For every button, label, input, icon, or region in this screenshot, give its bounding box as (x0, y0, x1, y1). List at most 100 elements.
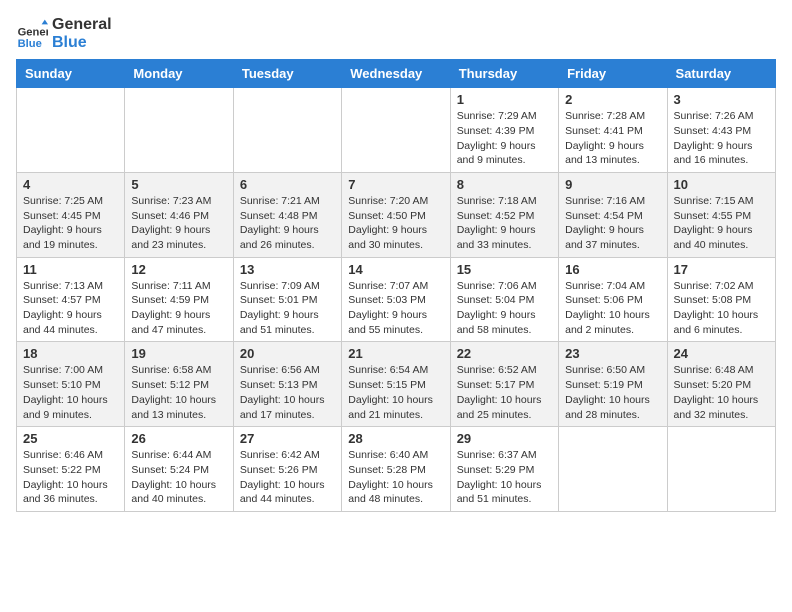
calendar-cell: 17Sunrise: 7:02 AM Sunset: 5:08 PM Dayli… (667, 257, 775, 342)
day-number: 25 (23, 431, 118, 446)
day-number: 21 (348, 346, 443, 361)
day-number: 15 (457, 262, 552, 277)
calendar-cell: 3 Sunrise: 7:26 AM Sunset: 4:43 PM Daylig… (667, 88, 775, 173)
day-number: 26 (131, 431, 226, 446)
calendar-cell: 14Sunrise: 7:07 AM Sunset: 5:03 PM Dayli… (342, 257, 450, 342)
calendar-cell: 28Sunrise: 6:40 AM Sunset: 5:28 PM Dayli… (342, 427, 450, 512)
day-number: 6 (240, 177, 335, 192)
calendar-cell: 27 Sunrise: 6:42 AM Sunset: 5:26 PM Dayli… (233, 427, 341, 512)
calendar-cell: 10 Sunrise: 7:15 AM Sunset: 4:55 PM Dayli… (667, 172, 775, 257)
calendar-cell: 4 Sunrise: 7:25 AM Sunset: 4:45 PM Daylig… (17, 172, 125, 257)
day-number: 12 (131, 262, 226, 277)
day-number: 13 (240, 262, 335, 277)
calendar-cell: 18 Sunrise: 7:00 AM Sunset: 5:10 PM Dayli… (17, 342, 125, 427)
day-info: Sunrise: 7:25 AM Sunset: 4:45 PM Dayligh… (23, 194, 118, 253)
calendar-cell (342, 88, 450, 173)
logo-icon: General Blue (16, 18, 48, 50)
calendar-cell (559, 427, 667, 512)
day-info: Sunrise: 7:04 AM Sunset: 5:06 PM Dayligh… (565, 279, 660, 338)
calendar-cell: 5Sunrise: 7:23 AM Sunset: 4:46 PM Daylig… (125, 172, 233, 257)
day-info: Sunrise: 6:48 AM Sunset: 5:20 PM Dayligh… (674, 363, 769, 422)
day-number: 18 (23, 346, 118, 361)
calendar-cell: 13 Sunrise: 7:09 AM Sunset: 5:01 PM Dayli… (233, 257, 341, 342)
calendar-cell: 12 Sunrise: 7:11 AM Sunset: 4:59 PM Dayli… (125, 257, 233, 342)
svg-text:General: General (18, 26, 48, 38)
day-info: Sunrise: 7:15 AM Sunset: 4:55 PM Dayligh… (674, 194, 769, 253)
day-info: Sunrise: 6:44 AM Sunset: 5:24 PM Dayligh… (131, 448, 226, 507)
calendar-cell: 2 Sunrise: 7:28 AM Sunset: 4:41 PM Daylig… (559, 88, 667, 173)
calendar-cell: 24 Sunrise: 6:48 AM Sunset: 5:20 PM Dayli… (667, 342, 775, 427)
logo-text: GeneralBlue (52, 16, 112, 51)
svg-text:Blue: Blue (18, 37, 42, 49)
calendar-cell: 7 Sunrise: 7:20 AM Sunset: 4:50 PM Daylig… (342, 172, 450, 257)
calendar-cell: 26 Sunrise: 6:44 AM Sunset: 5:24 PM Dayli… (125, 427, 233, 512)
calendar-table: SundayMondayTuesdayWednesdayThursdayFrid… (16, 59, 776, 512)
day-info: Sunrise: 7:29 AM Sunset: 4:39 PM Dayligh… (457, 109, 552, 168)
calendar-cell: 16 Sunrise: 7:04 AM Sunset: 5:06 PM Dayli… (559, 257, 667, 342)
day-number: 1 (457, 92, 552, 107)
day-number: 27 (240, 431, 335, 446)
day-number: 2 (565, 92, 660, 107)
calendar-week-row: 25 Sunrise: 6:46 AM Sunset: 5:22 PM Dayli… (17, 427, 776, 512)
calendar-cell: 21 Sunrise: 6:54 AM Sunset: 5:15 PM Dayli… (342, 342, 450, 427)
calendar-week-row: 4 Sunrise: 7:25 AM Sunset: 4:45 PM Daylig… (17, 172, 776, 257)
calendar-week-row: 11 Sunrise: 7:13 AM Sunset: 4:57 PM Dayli… (17, 257, 776, 342)
weekday-header-friday: Friday (559, 60, 667, 88)
calendar-cell: 8 Sunrise: 7:18 AM Sunset: 4:52 PM Daylig… (450, 172, 558, 257)
calendar-week-row: 18 Sunrise: 7:00 AM Sunset: 5:10 PM Dayli… (17, 342, 776, 427)
day-info: Sunrise: 7:18 AM Sunset: 4:52 PM Dayligh… (457, 194, 552, 253)
calendar-cell: 23 Sunrise: 6:50 AM Sunset: 5:19 PM Dayli… (559, 342, 667, 427)
calendar-week-row: 1 Sunrise: 7:29 AM Sunset: 4:39 PM Daylig… (17, 88, 776, 173)
calendar-cell (667, 427, 775, 512)
day-info: Sunrise: 7:07 AM Sunset: 5:03 PM Dayligh… (348, 279, 443, 338)
day-info: Sunrise: 7:02 AM Sunset: 5:08 PM Dayligh… (674, 279, 769, 338)
day-number: 8 (457, 177, 552, 192)
day-info: Sunrise: 6:54 AM Sunset: 5:15 PM Dayligh… (348, 363, 443, 422)
day-number: 7 (348, 177, 443, 192)
calendar-cell: 25 Sunrise: 6:46 AM Sunset: 5:22 PM Dayli… (17, 427, 125, 512)
day-info: Sunrise: 7:20 AM Sunset: 4:50 PM Dayligh… (348, 194, 443, 253)
calendar-cell: 22 Sunrise: 6:52 AM Sunset: 5:17 PM Dayli… (450, 342, 558, 427)
day-info: Sunrise: 6:50 AM Sunset: 5:19 PM Dayligh… (565, 363, 660, 422)
weekday-header-saturday: Saturday (667, 60, 775, 88)
calendar-cell (233, 88, 341, 173)
day-info: Sunrise: 7:26 AM Sunset: 4:43 PM Dayligh… (674, 109, 769, 168)
calendar-cell: 15 Sunrise: 7:06 AM Sunset: 5:04 PM Dayli… (450, 257, 558, 342)
day-info: Sunrise: 7:28 AM Sunset: 4:41 PM Dayligh… (565, 109, 660, 168)
weekday-header-thursday: Thursday (450, 60, 558, 88)
calendar-cell: 20 Sunrise: 6:56 AM Sunset: 5:13 PM Dayli… (233, 342, 341, 427)
day-info: Sunrise: 6:37 AM Sunset: 5:29 PM Dayligh… (457, 448, 552, 507)
day-info: Sunrise: 7:06 AM Sunset: 5:04 PM Dayligh… (457, 279, 552, 338)
day-info: Sunrise: 6:42 AM Sunset: 5:26 PM Dayligh… (240, 448, 335, 507)
day-number: 10 (674, 177, 769, 192)
day-number: 9 (565, 177, 660, 192)
calendar-cell: 6Sunrise: 7:21 AM Sunset: 4:48 PM Daylig… (233, 172, 341, 257)
day-info: Sunrise: 7:13 AM Sunset: 4:57 PM Dayligh… (23, 279, 118, 338)
page-header: General Blue GeneralBlue (16, 16, 776, 51)
day-info: Sunrise: 6:52 AM Sunset: 5:17 PM Dayligh… (457, 363, 552, 422)
weekday-header-monday: Monday (125, 60, 233, 88)
day-info: Sunrise: 7:16 AM Sunset: 4:54 PM Dayligh… (565, 194, 660, 253)
day-number: 22 (457, 346, 552, 361)
day-number: 11 (23, 262, 118, 277)
day-info: Sunrise: 6:58 AM Sunset: 5:12 PM Dayligh… (131, 363, 226, 422)
day-info: Sunrise: 6:46 AM Sunset: 5:22 PM Dayligh… (23, 448, 118, 507)
day-number: 4 (23, 177, 118, 192)
calendar-cell: 11 Sunrise: 7:13 AM Sunset: 4:57 PM Dayli… (17, 257, 125, 342)
day-number: 24 (674, 346, 769, 361)
calendar-cell (17, 88, 125, 173)
calendar-cell: 1 Sunrise: 7:29 AM Sunset: 4:39 PM Daylig… (450, 88, 558, 173)
day-number: 29 (457, 431, 552, 446)
day-info: Sunrise: 7:09 AM Sunset: 5:01 PM Dayligh… (240, 279, 335, 338)
day-number: 5 (131, 177, 226, 192)
day-number: 20 (240, 346, 335, 361)
day-number: 23 (565, 346, 660, 361)
day-info: Sunrise: 7:11 AM Sunset: 4:59 PM Dayligh… (131, 279, 226, 338)
day-info: Sunrise: 7:00 AM Sunset: 5:10 PM Dayligh… (23, 363, 118, 422)
day-number: 19 (131, 346, 226, 361)
weekday-header-wednesday: Wednesday (342, 60, 450, 88)
day-number: 3 (674, 92, 769, 107)
day-info: Sunrise: 6:56 AM Sunset: 5:13 PM Dayligh… (240, 363, 335, 422)
day-number: 16 (565, 262, 660, 277)
day-number: 28 (348, 431, 443, 446)
